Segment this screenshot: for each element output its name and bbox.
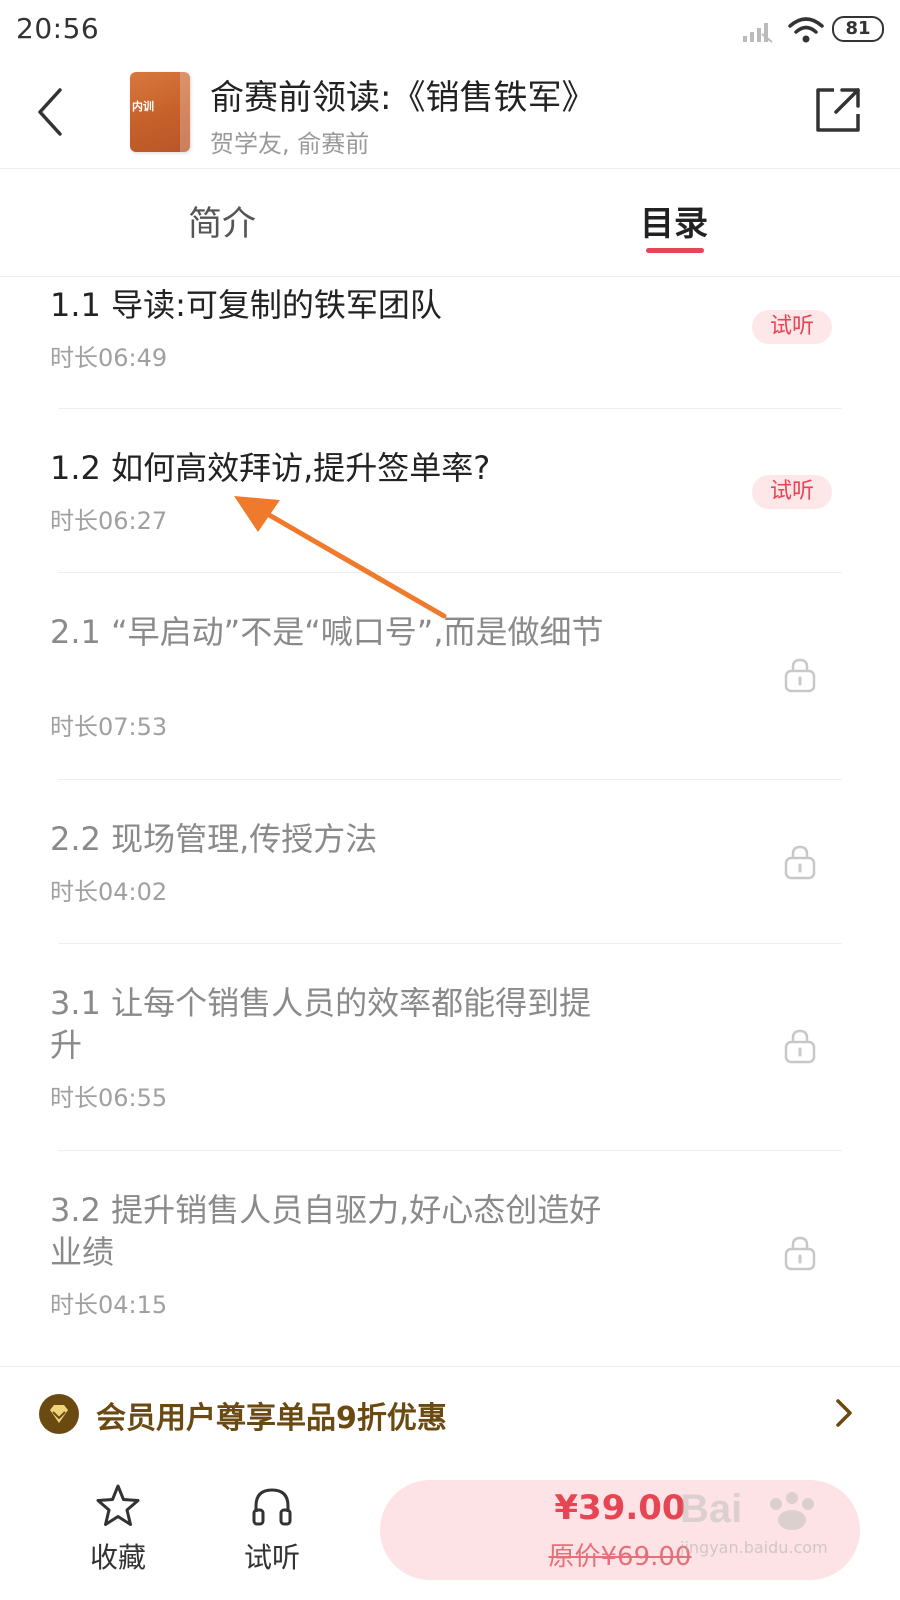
chapter-duration: 时长07:53 [50,713,168,741]
chapter-duration: 时长04:02 [50,878,168,906]
lock-icon [784,658,816,693]
lock-icon [784,1236,816,1271]
back-button[interactable] [30,82,74,142]
chapter-title: 2.2 现场管理,传授方法 [50,820,378,858]
book-cover: 内训 [130,72,190,152]
cover-label: 内训 [132,100,154,113]
tab-bar: 简介 目录 [0,168,900,277]
cover-strip [180,72,190,152]
current-price: ¥39.00 [554,1488,686,1528]
vip-diamond-icon [39,1394,79,1434]
trial-badge: 试听 [752,475,832,509]
tab-catalog[interactable]: 目录 [640,196,708,245]
header: 内训 俞赛前领读:《销售铁军》 贺学友, 俞赛前 [0,62,900,169]
chapter-duration: 时长06:49 [50,344,168,372]
active-tab-indicator [646,248,704,253]
page-title: 俞赛前领读:《销售铁军》 [210,78,596,118]
bottom-action-bar: 收藏 试听 ¥39.00 原价¥69.00 [0,1458,900,1600]
member-discount-text: 会员用户尊享单品9折优惠 [96,1401,447,1436]
page-subtitle: 贺学友, 俞赛前 [210,130,370,158]
chapter-duration: 时长06:55 [50,1084,168,1112]
chevron-right-icon [836,1399,852,1427]
chapter-item[interactable]: 1.1 导读:可复制的铁军团队 时长06:49 试听 [0,276,900,408]
chapter-item[interactable]: 3.1 让每个销售人员的效率都能得到提升 时长06:55 [0,944,900,1150]
trial-listen-label: 试听 [243,1541,300,1574]
trial-badge: 试听 [752,310,832,344]
chapter-title: 3.1 让每个销售人员的效率都能得到提升 [50,984,592,1064]
trial-listen-button[interactable]: 试听 [222,1482,322,1578]
battery-indicator: 81 [832,16,884,42]
chapter-title: 1.2 如何高效拜访,提升签单率? [50,449,491,487]
chapter-title: 2.1 “早启动”不是“喊口号”,而是做细节 [50,613,604,651]
wifi-icon [788,17,824,43]
chapter-item[interactable]: 3.2 提升销售人员自驱力,好心态创造好业绩 时长04:15 [0,1151,900,1357]
share-icon[interactable] [812,84,864,136]
member-discount-banner[interactable]: 会员用户尊享单品9折优惠 [0,1366,900,1460]
chapter-item[interactable]: 1.2 如何高效拜访,提升签单率? 时长06:27 试听 [0,409,900,572]
lock-icon [784,1029,816,1064]
lock-icon [784,845,816,880]
headphones-icon [252,1488,292,1526]
favorite-label: 收藏 [89,1541,146,1574]
chapter-duration: 时长06:27 [50,507,168,535]
star-icon [96,1484,140,1526]
chapter-item[interactable]: 2.1 “早启动”不是“喊口号”,而是做细节 时长07:53 [0,573,900,779]
status-bar: 20:56 81 [0,0,900,62]
favorite-button[interactable]: 收藏 [68,1482,168,1578]
signal-icon [743,23,773,43]
chapter-duration: 时长04:15 [50,1291,168,1319]
chapter-title: 1.1 导读:可复制的铁军团队 [50,286,442,324]
buy-button[interactable]: ¥39.00 原价¥69.00 [380,1480,860,1580]
chapter-title: 3.2 提升销售人员自驱力,好心态创造好业绩 [50,1191,602,1271]
status-time: 20:56 [16,12,100,45]
tab-intro[interactable]: 简介 [188,196,256,245]
original-price: 原价¥69.00 [548,1542,692,1572]
chapter-item[interactable]: 2.2 现场管理,传授方法 时长04:02 [0,780,900,943]
